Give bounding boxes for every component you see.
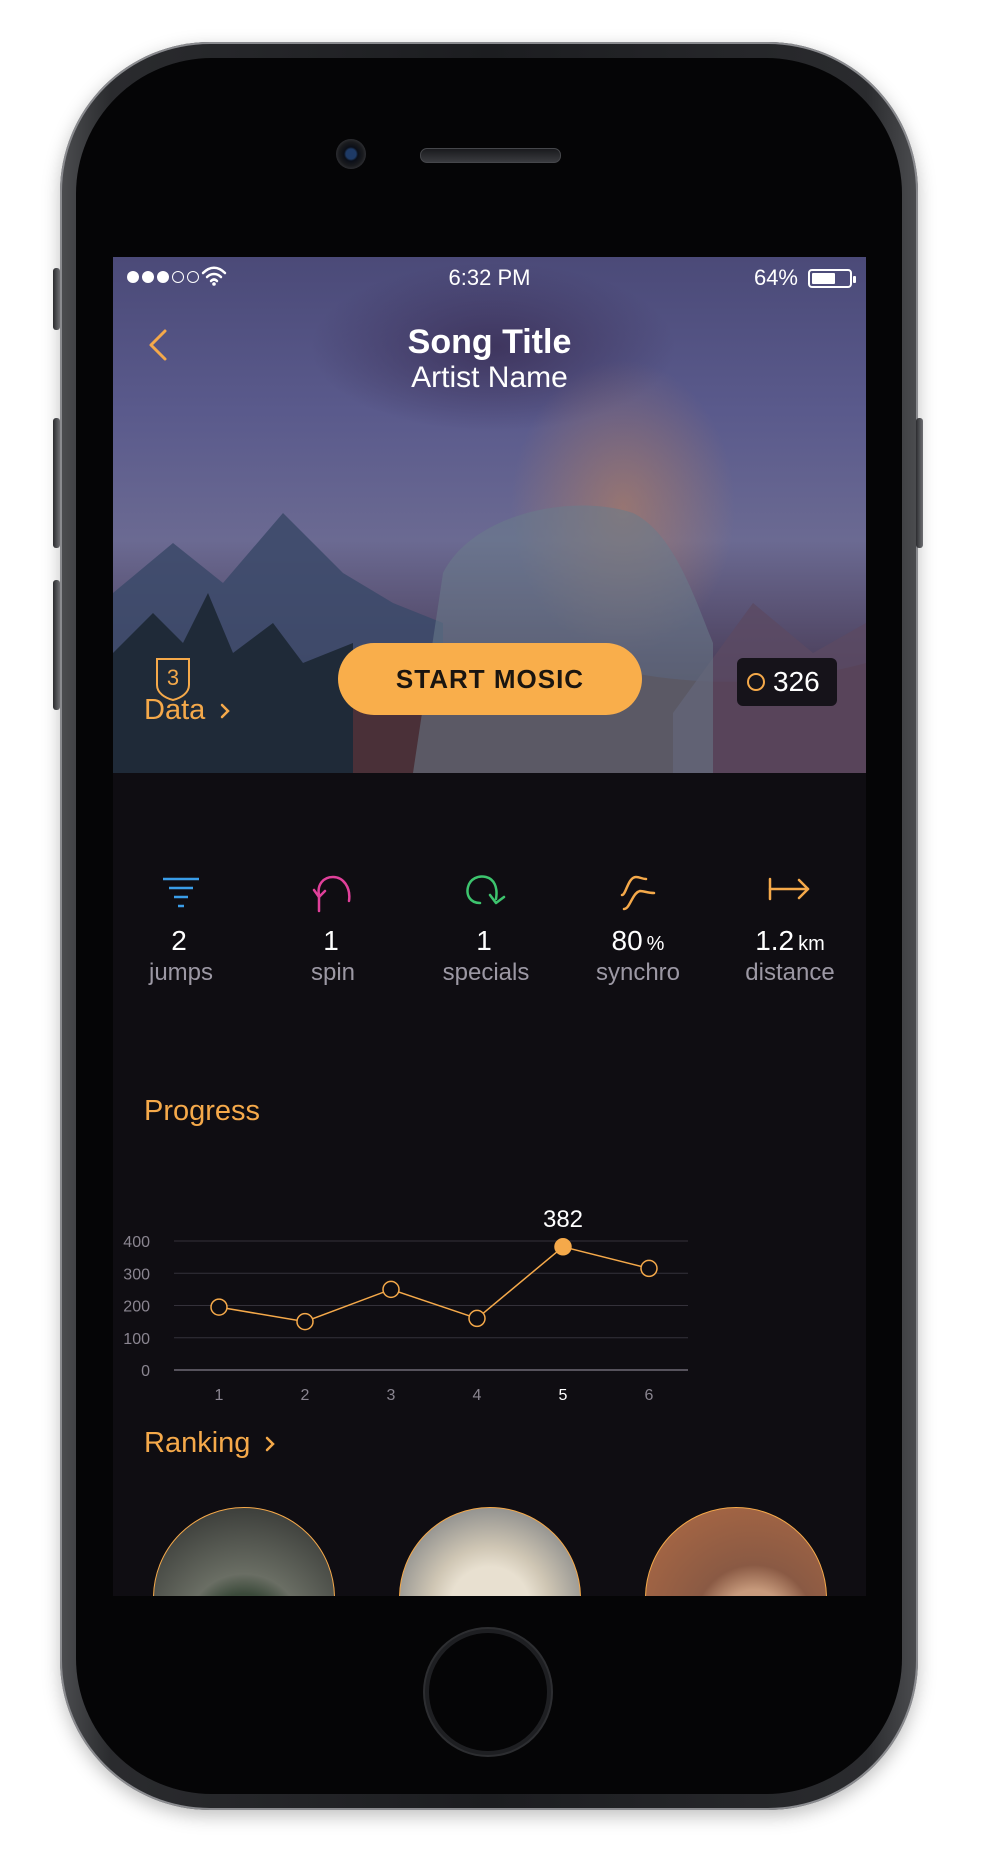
ranking-avatar-1[interactable] <box>153 1507 335 1596</box>
mute-switch <box>53 268 60 330</box>
y-tick-label: 400 <box>123 1234 150 1251</box>
front-camera <box>336 139 366 169</box>
stat-label: synchro <box>595 959 681 986</box>
stat-value: 1.2 km <box>755 925 825 956</box>
ranking-avatar-2[interactable] <box>399 1507 581 1596</box>
stat-specials: 1 specials <box>410 871 562 987</box>
status-bar: 6:32 PM 64% <box>113 257 866 301</box>
coin-balance: 326 <box>737 658 837 706</box>
data-point <box>296 1312 314 1331</box>
coin-value: 326 <box>773 666 820 697</box>
volume-up-button <box>53 418 60 548</box>
data-point <box>382 1280 400 1299</box>
artist-name: Artist Name <box>411 361 568 394</box>
x-tick-label: 4 <box>473 1387 482 1404</box>
progress-line-chart: 0 100 200 300 400 1 2 3 4 5 6 382 <box>123 1206 688 1404</box>
song-title: Song Title <box>407 323 572 361</box>
y-tick-label: 100 <box>123 1331 150 1348</box>
spin-icon <box>312 875 351 913</box>
ranking-section-link[interactable]: Ranking <box>144 1427 276 1460</box>
stat-label: specials <box>442 959 530 986</box>
x-tick-label: 3 <box>387 1387 396 1404</box>
level-value: 3 <box>166 665 180 690</box>
chevron-right-icon <box>266 1436 276 1451</box>
chevron-right-icon <box>221 703 231 718</box>
power-button <box>916 418 923 548</box>
data-point <box>640 1259 658 1278</box>
stat-label: spin <box>310 959 356 986</box>
highlight-value-label: 382 <box>543 1206 583 1233</box>
battery-icon <box>808 269 856 288</box>
start-music-button[interactable]: START MOSIC <box>338 643 642 715</box>
x-tick-label: 5 <box>559 1387 568 1404</box>
data-point <box>210 1298 228 1316</box>
stat-label: distance <box>745 959 835 986</box>
volume-down-button <box>53 580 60 710</box>
stat-value: 1 <box>476 925 492 956</box>
ranking-avatar-3[interactable] <box>645 1507 827 1596</box>
data-section-link[interactable]: Data <box>144 694 231 727</box>
earpiece-speaker <box>420 148 561 163</box>
stat-distance: 1.2 km distance <box>714 871 866 987</box>
stat-value: 80% <box>611 925 665 956</box>
stat-label: jumps <box>148 959 214 986</box>
synchro-icon <box>620 875 656 911</box>
stat-value: 2 <box>171 925 187 956</box>
stat-value: 1 <box>323 925 339 956</box>
stat-spin: 1 spin <box>257 871 409 987</box>
home-button[interactable] <box>425 1629 551 1755</box>
y-tick-label: 300 <box>123 1266 150 1283</box>
stat-synchro: 80% synchro <box>562 871 714 987</box>
data-point <box>468 1309 486 1328</box>
stat-jumps: 2 jumps <box>113 871 257 987</box>
battery-percent: 64% <box>753 265 798 290</box>
x-tick-label: 6 <box>645 1387 654 1404</box>
ranking-section-title: Ranking <box>144 1427 251 1459</box>
coin-icon <box>747 673 765 691</box>
x-tick-label: 2 <box>301 1387 310 1404</box>
distance-icon <box>768 877 810 901</box>
jumps-icon <box>163 877 199 908</box>
x-tick-label: 1 <box>215 1387 224 1404</box>
highlighted-point <box>554 1238 572 1256</box>
y-tick-label: 200 <box>123 1299 150 1316</box>
ranking-avatar-row <box>113 1507 866 1596</box>
app-screen: 6:32 PM 64% Song Title Artist Name 3 STA… <box>113 257 866 1596</box>
y-tick-label: 0 <box>141 1363 150 1380</box>
stats-row: 2 jumps 1 spin 1 specials 80% synchro 1.… <box>113 871 866 1021</box>
data-section-title: Data <box>144 694 206 726</box>
battery-fill <box>812 273 836 284</box>
specials-icon <box>466 875 506 905</box>
series-line <box>218 1245 650 1323</box>
